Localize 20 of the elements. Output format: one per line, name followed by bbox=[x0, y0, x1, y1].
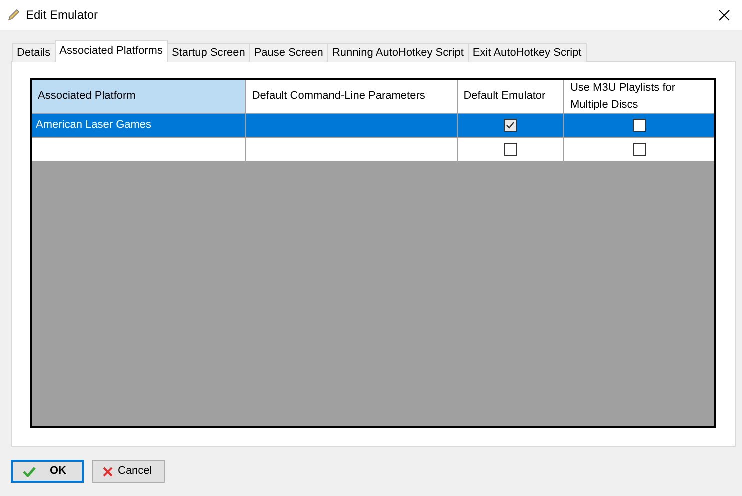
close-icon[interactable] bbox=[719, 10, 730, 20]
checkbox[interactable] bbox=[504, 119, 518, 132]
tab[interactable]: Exit AutoHotkey Script bbox=[468, 43, 587, 62]
cross-icon bbox=[103, 466, 113, 476]
checkbox[interactable] bbox=[504, 143, 518, 156]
cancel-button[interactable]: Cancel bbox=[92, 460, 165, 483]
ok-button[interactable]: OK bbox=[11, 460, 84, 483]
tab[interactable]: Running AutoHotkey Script bbox=[327, 43, 469, 62]
column-header[interactable]: Associated Platform bbox=[32, 80, 246, 114]
pencil-icon bbox=[8, 9, 20, 21]
checkbox[interactable] bbox=[632, 143, 646, 156]
tick-icon bbox=[505, 120, 516, 131]
tab[interactable]: Startup Screen bbox=[166, 43, 250, 62]
table-cell: American Laser Games bbox=[32, 114, 246, 138]
tab[interactable]: Associated Platforms bbox=[54, 40, 168, 62]
check-icon bbox=[23, 466, 36, 476]
tab[interactable]: Details bbox=[12, 43, 56, 62]
tab[interactable]: Pause Screen bbox=[249, 43, 328, 62]
window-title: Edit Emulator bbox=[26, 7, 98, 24]
checkbox[interactable] bbox=[632, 119, 646, 132]
